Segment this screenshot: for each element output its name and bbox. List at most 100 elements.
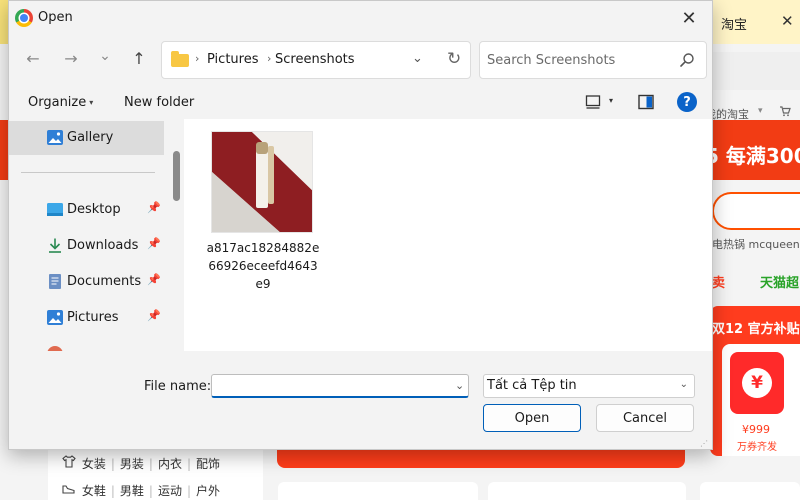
search-input[interactable]: Search Screenshots <box>487 53 615 68</box>
desktop-icon <box>47 203 63 216</box>
pin-icon[interactable]: 📌 <box>147 309 161 322</box>
category-link[interactable]: 男鞋 <box>120 484 144 498</box>
help-icon[interactable]: ? <box>677 92 697 112</box>
sidebar-item-partial[interactable] <box>9 341 164 351</box>
new-folder-button[interactable]: New folder <box>124 95 194 110</box>
sidebar-item-desktop[interactable]: Desktop 📌 <box>9 193 164 227</box>
hot-search-terms[interactable]: 电热锅 mcqueen <box>712 236 800 252</box>
sidebar-item-label: Downloads <box>67 238 139 253</box>
sidebar-item-gallery[interactable]: Gallery <box>9 121 164 155</box>
organize-label: Organize <box>28 95 87 110</box>
view-options-dropdown[interactable]: ▾ <box>609 96 613 105</box>
file-item[interactable]: a817ac18284882e66926eceefd4643e9 <box>206 131 319 291</box>
navigation-pane: Gallery Desktop 📌 Downloads 📌 Documents … <box>9 119 184 351</box>
open-file-dialog: Open ✕ ← → ⌄ ↑ › Pictures › Screenshots … <box>8 0 713 450</box>
content-area: Gallery Desktop 📌 Downloads 📌 Documents … <box>9 119 712 351</box>
sidebar-scrollbar[interactable] <box>169 119 184 351</box>
chrome-icon <box>15 9 33 27</box>
feed-card[interactable] <box>700 482 800 500</box>
breadcrumb-screenshots[interactable]: Screenshots <box>275 52 355 67</box>
category-row-clothing: 女装 | 男装 | 内衣 | 配饰 <box>62 455 220 472</box>
browser-accent-strip <box>0 0 8 44</box>
file-name-label: File name: <box>144 379 212 394</box>
category-link[interactable]: 男装 <box>120 457 144 471</box>
chevron-down-icon: ▾ <box>89 98 94 107</box>
yen-icon: ¥ <box>742 368 772 398</box>
search-box[interactable]: Search Screenshots <box>479 41 707 79</box>
sidebar-item-label: Gallery <box>67 130 114 145</box>
pin-icon[interactable]: 📌 <box>147 273 161 286</box>
browser-tab-close-icon[interactable]: ✕ <box>781 12 794 30</box>
open-button[interactable]: Open <box>483 404 581 432</box>
sidebar-item-label: Pictures <box>67 310 119 325</box>
taobao-search-box[interactable] <box>712 192 800 230</box>
resize-grip-icon[interactable]: ⋰ <box>700 439 710 449</box>
folder-icon <box>171 51 189 67</box>
view-mode-icon[interactable] <box>584 93 602 111</box>
promo-banner-text: 5 每满300 <box>705 144 800 168</box>
sidebar-item-label: Desktop <box>67 202 121 217</box>
browser-address-bar[interactable] <box>712 52 800 90</box>
coupon-price: ¥999 <box>742 423 770 436</box>
coupon-subtitle: 万券齐发 <box>737 442 777 453</box>
cart-icon[interactable] <box>779 105 791 120</box>
gallery-icon <box>47 130 63 145</box>
search-icon[interactable] <box>678 51 696 69</box>
pin-icon[interactable]: 📌 <box>147 237 161 250</box>
coupon-icon[interactable]: ¥ <box>730 352 784 414</box>
address-bar[interactable]: › Pictures › Screenshots ⌄ ↻ <box>161 41 471 79</box>
file-type-select[interactable]: Tất cả Tệp tin ⌄ <box>483 374 695 398</box>
subsidy-card-title: 双12 官方补贴 <box>712 322 800 337</box>
sidebar-item-pictures[interactable]: Pictures 📌 <box>9 301 164 335</box>
file-name-input[interactable] <box>211 374 469 398</box>
up-button[interactable]: ↑ <box>129 48 149 68</box>
sidebar-divider <box>21 172 155 173</box>
sidebar-item-documents[interactable]: Documents 📌 <box>9 265 164 299</box>
chevron-down-icon: ▾ <box>758 106 763 116</box>
feed-card[interactable] <box>488 482 686 500</box>
download-icon <box>49 238 61 253</box>
lipstick-image-icon <box>212 132 312 232</box>
sidebar-item-downloads[interactable]: Downloads 📌 <box>9 229 164 263</box>
recent-locations-button[interactable]: ⌄ <box>95 46 115 66</box>
dialog-title: Open <box>38 10 73 25</box>
file-name-dropdown[interactable]: ⌄ <box>455 379 464 392</box>
category-row-shoes: 女鞋 | 男鞋 | 运动 | 户外 <box>62 482 220 499</box>
command-bar: Organize ▾ New folder ▾ ? <box>9 87 712 119</box>
category-link[interactable]: 配饰 <box>196 457 220 471</box>
file-name: a817ac18284882e66926eceefd4643e9 <box>206 241 320 291</box>
category-link[interactable]: 女装 <box>82 457 106 471</box>
pin-icon[interactable]: 📌 <box>147 201 161 214</box>
shoe-icon <box>62 484 78 498</box>
promo-label-tmall[interactable]: 天猫超 <box>760 272 799 291</box>
preview-pane-icon[interactable] <box>637 93 655 111</box>
breadcrumb-pictures[interactable]: Pictures <box>207 52 258 67</box>
documents-icon <box>49 274 61 289</box>
file-type-value: Tất cả Tệp tin <box>487 378 577 393</box>
browser-tab-title[interactable]: 淘宝 <box>721 14 747 33</box>
pictures-icon <box>47 310 63 325</box>
organize-button[interactable]: Organize ▾ <box>28 95 93 110</box>
breadcrumb-separator[interactable]: › <box>195 52 199 65</box>
shirt-icon <box>62 455 78 471</box>
category-link[interactable]: 内衣 <box>158 457 182 471</box>
scrollbar-thumb[interactable] <box>173 151 180 201</box>
sidebar-item-label: Documents <box>67 274 142 289</box>
category-link[interactable]: 女鞋 <box>82 484 106 498</box>
address-history-dropdown[interactable]: ⌄ <box>412 51 423 66</box>
close-button[interactable]: ✕ <box>676 5 702 31</box>
category-link[interactable]: 运动 <box>158 484 182 498</box>
cancel-button[interactable]: Cancel <box>596 404 694 432</box>
refresh-icon[interactable]: ↻ <box>447 49 461 69</box>
dialog-titlebar[interactable]: Open ✕ <box>9 1 712 35</box>
chevron-down-icon: ⌄ <box>679 379 688 390</box>
promo-label-left[interactable]: 卖 <box>712 272 725 291</box>
navigation-bar: ← → ⌄ ↑ › Pictures › Screenshots ⌄ ↻ Sea… <box>9 37 712 81</box>
breadcrumb-separator[interactable]: › <box>267 52 271 65</box>
forward-button[interactable]: → <box>61 48 81 68</box>
feed-card[interactable] <box>278 482 478 500</box>
dialog-footer: File name: ⌄ Tất cả Tệp tin ⌄ Open Cance… <box>9 351 712 449</box>
file-thumbnail <box>211 131 313 233</box>
category-link[interactable]: 户外 <box>196 484 220 498</box>
back-button[interactable]: ← <box>23 48 43 68</box>
